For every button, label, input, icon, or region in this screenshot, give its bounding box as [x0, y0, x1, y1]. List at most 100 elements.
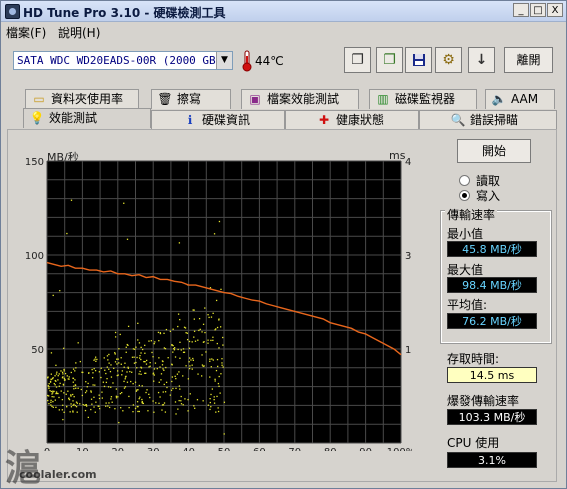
access-time-point — [121, 374, 123, 376]
access-time-point — [118, 421, 120, 424]
access-time-point — [160, 379, 162, 381]
access-time-point — [188, 357, 191, 359]
access-time-point — [104, 369, 106, 371]
options-button[interactable]: ⚙ — [435, 47, 462, 73]
access-time-point — [119, 392, 122, 395]
access-time-point — [178, 385, 181, 387]
tab-label: 硬碟資訊 — [202, 113, 251, 127]
access-time-point — [209, 360, 211, 362]
access-time-point — [203, 341, 205, 343]
access-time-point — [134, 348, 136, 350]
access-time-point — [90, 390, 92, 392]
access-time-point — [52, 406, 54, 408]
access-time-point — [198, 318, 201, 320]
access-time-point — [217, 407, 219, 409]
access-time-point — [85, 403, 87, 406]
access-time-point — [51, 405, 53, 408]
access-time-point — [94, 358, 96, 360]
access-time-point — [193, 330, 196, 332]
access-time-point — [128, 395, 130, 398]
access-time-point — [122, 410, 124, 412]
access-time-point — [82, 404, 84, 406]
access-time-point — [146, 389, 148, 391]
save-button[interactable] — [405, 47, 432, 73]
start-button[interactable]: 開始 — [457, 139, 531, 163]
access-time-point — [215, 411, 217, 413]
access-time-point — [188, 361, 190, 363]
access-time-point — [110, 398, 112, 400]
tab-aam[interactable]: 🔈 AAM — [485, 89, 555, 109]
copy-screenshot-button[interactable]: ❐ — [376, 47, 403, 73]
drive-select[interactable]: SATA WDC WD20EADS-00R (2000 GB) ▼ — [13, 51, 233, 70]
access-time-point — [151, 351, 153, 354]
y2-tick-label: 30 — [405, 251, 412, 262]
access-time-point — [70, 199, 73, 201]
tab-error-scan[interactable]: 🔍 錯誤掃瞄 — [419, 110, 557, 130]
access-time-point — [139, 396, 141, 398]
cpu-usage-label: CPU 使用 — [447, 436, 500, 450]
exit-button[interactable]: 離開 — [504, 47, 553, 73]
access-time-point — [164, 411, 167, 413]
menu-help[interactable]: 說明(H) — [58, 24, 100, 41]
access-time-point — [55, 373, 58, 375]
tab-drive-info[interactable]: ℹ 硬碟資訊 — [151, 110, 285, 130]
access-time-point — [161, 404, 164, 406]
access-time-point — [123, 202, 125, 204]
access-time-point — [204, 307, 206, 309]
tab-health[interactable]: ✚ 健康狀態 — [285, 110, 419, 130]
access-time-point — [84, 391, 87, 394]
minimize-button[interactable]: _ — [513, 3, 529, 17]
access-time-point — [107, 359, 109, 361]
access-time-point — [220, 373, 222, 375]
maximize-button[interactable]: □ — [530, 3, 546, 17]
access-time-point — [52, 377, 54, 379]
access-time-point — [210, 366, 212, 368]
access-time-point — [209, 398, 211, 400]
access-time-point — [50, 399, 52, 402]
access-time-point — [52, 294, 54, 297]
access-time-point — [58, 409, 60, 411]
close-button[interactable]: X — [547, 3, 563, 17]
tab-benchmark[interactable]: 💡 效能測試 — [23, 108, 151, 128]
access-time-point — [120, 363, 122, 365]
access-time-point — [202, 400, 204, 402]
access-time-point — [182, 351, 185, 353]
access-time-point — [145, 359, 148, 362]
down-arrow-icon: ↓ — [475, 52, 488, 68]
tab-label: 磁碟監視器 — [395, 92, 456, 106]
transfer-rate-title: 傳輸速率 — [445, 206, 498, 223]
access-time-point — [132, 411, 134, 413]
chevron-down-icon[interactable]: ▼ — [216, 52, 232, 69]
access-time-point — [140, 358, 142, 361]
access-time-point — [220, 288, 222, 291]
access-time-point — [126, 238, 129, 240]
access-time-point — [70, 395, 72, 397]
title-bar[interactable]: HD Tune Pro 3.10 - 硬碟檢測工具 _ □ X — [1, 1, 566, 22]
tab-erase[interactable]: 🗑 擦寫 — [151, 89, 231, 109]
download-button[interactable]: ↓ — [468, 47, 495, 73]
access-time-point — [184, 398, 186, 400]
access-time-point — [129, 370, 131, 373]
access-time-point — [179, 318, 181, 321]
copy-text-button[interactable]: ❐ — [344, 47, 371, 73]
access-time-point — [188, 347, 191, 349]
menu-file[interactable]: 檔案(F) — [6, 24, 46, 41]
access-time-point — [217, 365, 219, 368]
radio-read-indicator[interactable] — [459, 175, 470, 186]
access-time-point — [123, 366, 125, 368]
access-time-point — [153, 368, 156, 370]
radio-write[interactable]: 寫入 — [459, 187, 500, 204]
y-tick-label: 100 — [25, 251, 44, 262]
access-time-point — [128, 406, 130, 409]
access-time-point — [105, 402, 107, 404]
access-time-point — [87, 382, 89, 385]
access-time-point — [149, 365, 151, 367]
tab-folder-usage[interactable]: ▭ 資料夾使用率 — [25, 89, 139, 109]
radio-write-indicator[interactable] — [459, 190, 470, 201]
tab-disk-monitor[interactable]: ▥ 磁碟監視器 — [369, 89, 477, 109]
access-time-point — [96, 358, 98, 361]
access-time-point — [101, 397, 103, 399]
access-time-point — [50, 404, 52, 406]
access-time-point — [49, 390, 51, 392]
tab-file-benchmark[interactable]: ▣ 檔案效能測試 — [241, 89, 359, 109]
